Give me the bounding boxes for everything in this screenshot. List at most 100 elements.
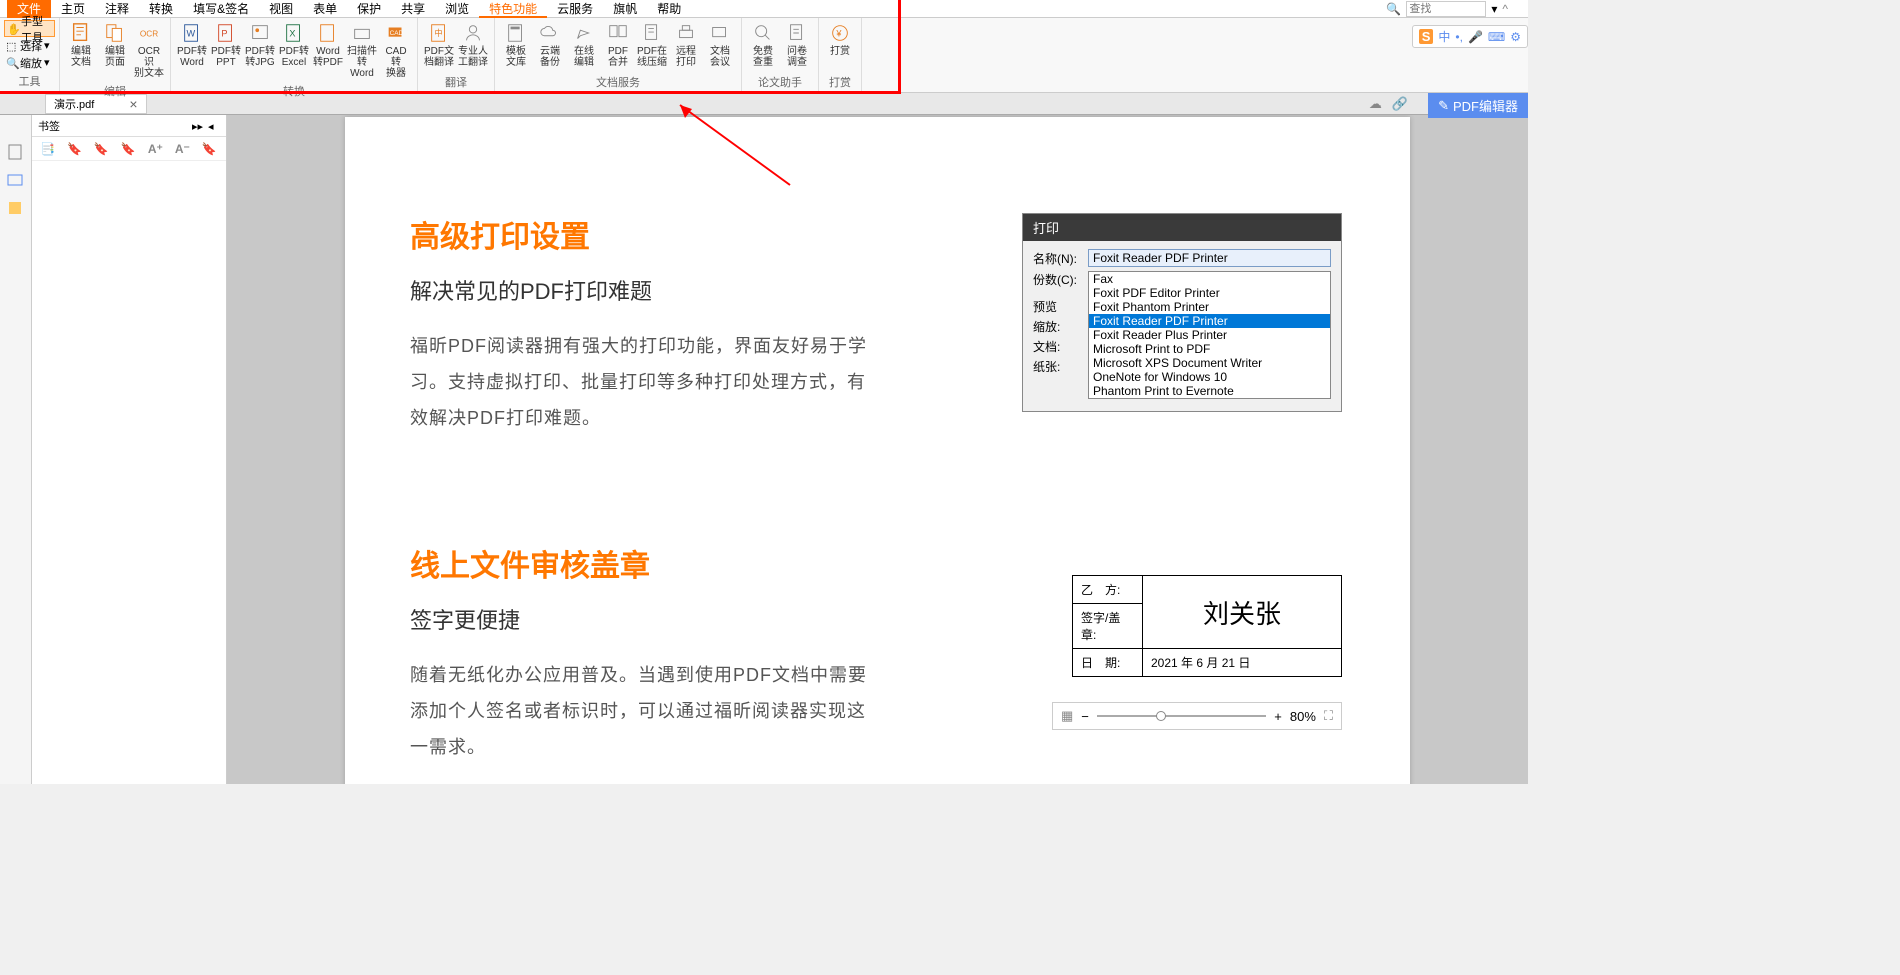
search-input[interactable] [1406, 1, 1486, 17]
share-icon[interactable]: 🔗 [1392, 96, 1408, 112]
plagiarism-button[interactable]: 免费 查重 [747, 20, 779, 72]
hand-icon: ✋ [7, 23, 19, 35]
edit-doc-icon [70, 22, 92, 44]
search-icon: 🔍 [1386, 2, 1401, 16]
ribbon-toggle-icon[interactable]: ^ [1502, 2, 1508, 16]
bookmark-prev-icon[interactable]: 🔖 [94, 142, 109, 156]
cloud-backup-button[interactable]: 云端 备份 [534, 20, 566, 72]
ime-settings-icon[interactable]: ⚙ [1510, 30, 1521, 44]
ime-lang[interactable]: 中 [1438, 28, 1450, 45]
bookmark-close-icon[interactable]: ◂ [208, 120, 220, 132]
menu-form[interactable]: 表单 [303, 0, 347, 18]
ime-mic-icon[interactable]: 🎤 [1468, 30, 1483, 44]
zoom-tool-label: 缩放 [20, 55, 42, 71]
ime-keyboard-icon[interactable]: ⌨ [1488, 30, 1505, 44]
content-area[interactable]: 高级打印设置 解决常见的PDF打印难题 福昕PDF阅读器拥有强大的打印功能，界面… [227, 115, 1528, 784]
layers-panel-button[interactable] [6, 199, 26, 219]
bookmark-opts-icon[interactable]: 📑 [40, 142, 55, 156]
menu-flag[interactable]: 旗帆 [603, 0, 647, 18]
select-tool[interactable]: ⬚ 选择▾ [4, 37, 55, 54]
select-tool-label: 选择 [20, 38, 42, 54]
zoom-tool[interactable]: 🔍 缩放▾ [4, 54, 55, 71]
edit-page-label: 编辑 页面 [105, 46, 125, 68]
bookmark-textsize-up[interactable]: A⁺ [148, 142, 163, 156]
print-doc-label: 文档: [1033, 338, 1088, 355]
human-translate-button[interactable]: 专业人 工翻译 [457, 20, 489, 72]
menu-home[interactable]: 主页 [51, 0, 95, 18]
annotation-arrow [670, 100, 800, 190]
pdf-compress-button[interactable]: PDF在 线压缩 [636, 20, 668, 72]
svg-text:W: W [187, 29, 196, 39]
pdf-to-excel-button[interactable]: XPDF转 Excel [278, 20, 310, 81]
date-value: 2021 年 6 月 21 日 [1143, 649, 1342, 677]
cloud-status-icons: ☁ 🔗 [1369, 96, 1408, 112]
scan-word-label: 扫描件 转Word [347, 46, 377, 79]
ocr-button[interactable]: OCROCR识 别文本 [133, 20, 165, 81]
ime-brand-icon: S [1419, 29, 1434, 44]
menu-browse[interactable]: 浏览 [435, 0, 479, 18]
edit-group-label: 编辑 [65, 83, 165, 99]
survey-button[interactable]: 问卷 调查 [781, 20, 813, 72]
menu-view[interactable]: 视图 [259, 0, 303, 18]
compress-label: PDF在 线压缩 [637, 46, 667, 68]
pdf-merge-button[interactable]: PDF 合并 [602, 20, 634, 72]
thesis-group-label: 论文助手 [747, 74, 813, 90]
pdf-to-jpg-button[interactable]: PDF转 转JPG [244, 20, 276, 81]
tools-section: ✋ 手型工具 ⬚ 选择▾ 🔍 缩放▾ 工具 [0, 18, 60, 92]
reward-label: 打赏 [830, 46, 850, 57]
doc-meeting-button[interactable]: 文档 会议 [704, 20, 736, 72]
ime-punct-icon[interactable]: •, [1455, 30, 1463, 44]
fullscreen-icon: ⛶ [1324, 708, 1333, 724]
signature-illustration: 乙 方:刘关张 签字/盖章: 日 期:2021 年 6 月 21 日 [1072, 575, 1342, 677]
pdf-to-ppt-button[interactable]: PPDF转 PPT [210, 20, 242, 81]
pdf-word-label: PDF转 Word [177, 46, 207, 68]
remote-print-button[interactable]: 远程 打印 [670, 20, 702, 72]
dropdown-icon: ▾ [44, 56, 50, 69]
ribbon-group-edit: 编辑 文档 编辑 页面 OCROCR识 别文本 编辑 [60, 18, 171, 92]
svg-text:X: X [289, 29, 295, 39]
print-icon [675, 22, 697, 44]
edit-doc-button[interactable]: 编辑 文档 [65, 20, 97, 81]
svg-text:¥: ¥ [835, 29, 842, 39]
pdf-to-word-button[interactable]: W PDF转 Word [176, 20, 208, 81]
menu-convert[interactable]: 转换 [139, 0, 183, 18]
hand-tool[interactable]: ✋ 手型工具 [4, 20, 55, 37]
menu-feature[interactable]: 特色功能 [479, 0, 547, 18]
pdf-editor-button[interactable]: ✎ PDF编辑器 [1428, 93, 1528, 118]
menu-share[interactable]: 共享 [391, 0, 435, 18]
pdf-ppt-label: PDF转 PPT [211, 46, 241, 68]
main-area: 书签 ▸▸ ◂ 📑 🔖 🔖 🔖 A⁺ A⁻ 🔖 高级打印设置 解决常见的PDF打… [0, 115, 1528, 784]
printer-list-item: Microsoft XPS Document Writer [1089, 356, 1330, 370]
attachment-panel-button[interactable] [6, 171, 26, 191]
sync-icon[interactable]: ☁ [1369, 96, 1382, 112]
reward-button[interactable]: ¥ 打赏 [824, 20, 856, 72]
pen-icon: ✎ [1438, 98, 1449, 114]
menu-comment[interactable]: 注释 [95, 0, 139, 18]
scan-to-word-button[interactable]: 扫描件 转Word [346, 20, 378, 81]
thumbnail-panel-button[interactable] [6, 143, 26, 163]
online-edit-button[interactable]: 在线 编辑 [568, 20, 600, 72]
zoom-value: 80% [1290, 709, 1316, 724]
edit-page-button[interactable]: 编辑 页面 [99, 20, 131, 81]
bookmark-textsize-down[interactable]: A⁻ [175, 142, 190, 156]
menu-protect[interactable]: 保护 [347, 0, 391, 18]
template-button[interactable]: 模板 文库 [500, 20, 532, 72]
pdf-translate-button[interactable]: 中PDF文 档翻译 [423, 20, 455, 72]
print-dialog-title: 打印 [1023, 214, 1341, 241]
menu-fillsign[interactable]: 填写&签名 [183, 0, 259, 18]
pdf-page: 高级打印设置 解决常见的PDF打印难题 福昕PDF阅读器拥有强大的打印功能，界面… [345, 117, 1410, 784]
plagiarism-label: 免费 查重 [753, 46, 773, 68]
select-icon: ⬚ [6, 40, 18, 52]
bookmark-add-icon[interactable]: 🔖 [67, 142, 82, 156]
bookmark-expand-icon[interactable]: 🔖 [202, 142, 217, 156]
ribbon-group-docservice: 模板 文库 云端 备份 在线 编辑 PDF 合并 PDF在 线压缩 远程 打印 … [495, 18, 742, 92]
search-dropdown-icon[interactable]: ▾ [1491, 2, 1497, 16]
menu-help[interactable]: 帮助 [647, 0, 691, 18]
cad-convert-button[interactable]: CADCAD转 换器 [380, 20, 412, 81]
word-to-pdf-button[interactable]: Word 转PDF [312, 20, 344, 81]
bookmark-next-icon[interactable]: 🔖 [121, 142, 136, 156]
bookmark-collapse-icon[interactable]: ▸▸ [192, 120, 204, 132]
reward-group-label: 打赏 [824, 74, 856, 90]
menu-cloud[interactable]: 云服务 [547, 0, 603, 18]
left-toolbar [0, 115, 32, 784]
